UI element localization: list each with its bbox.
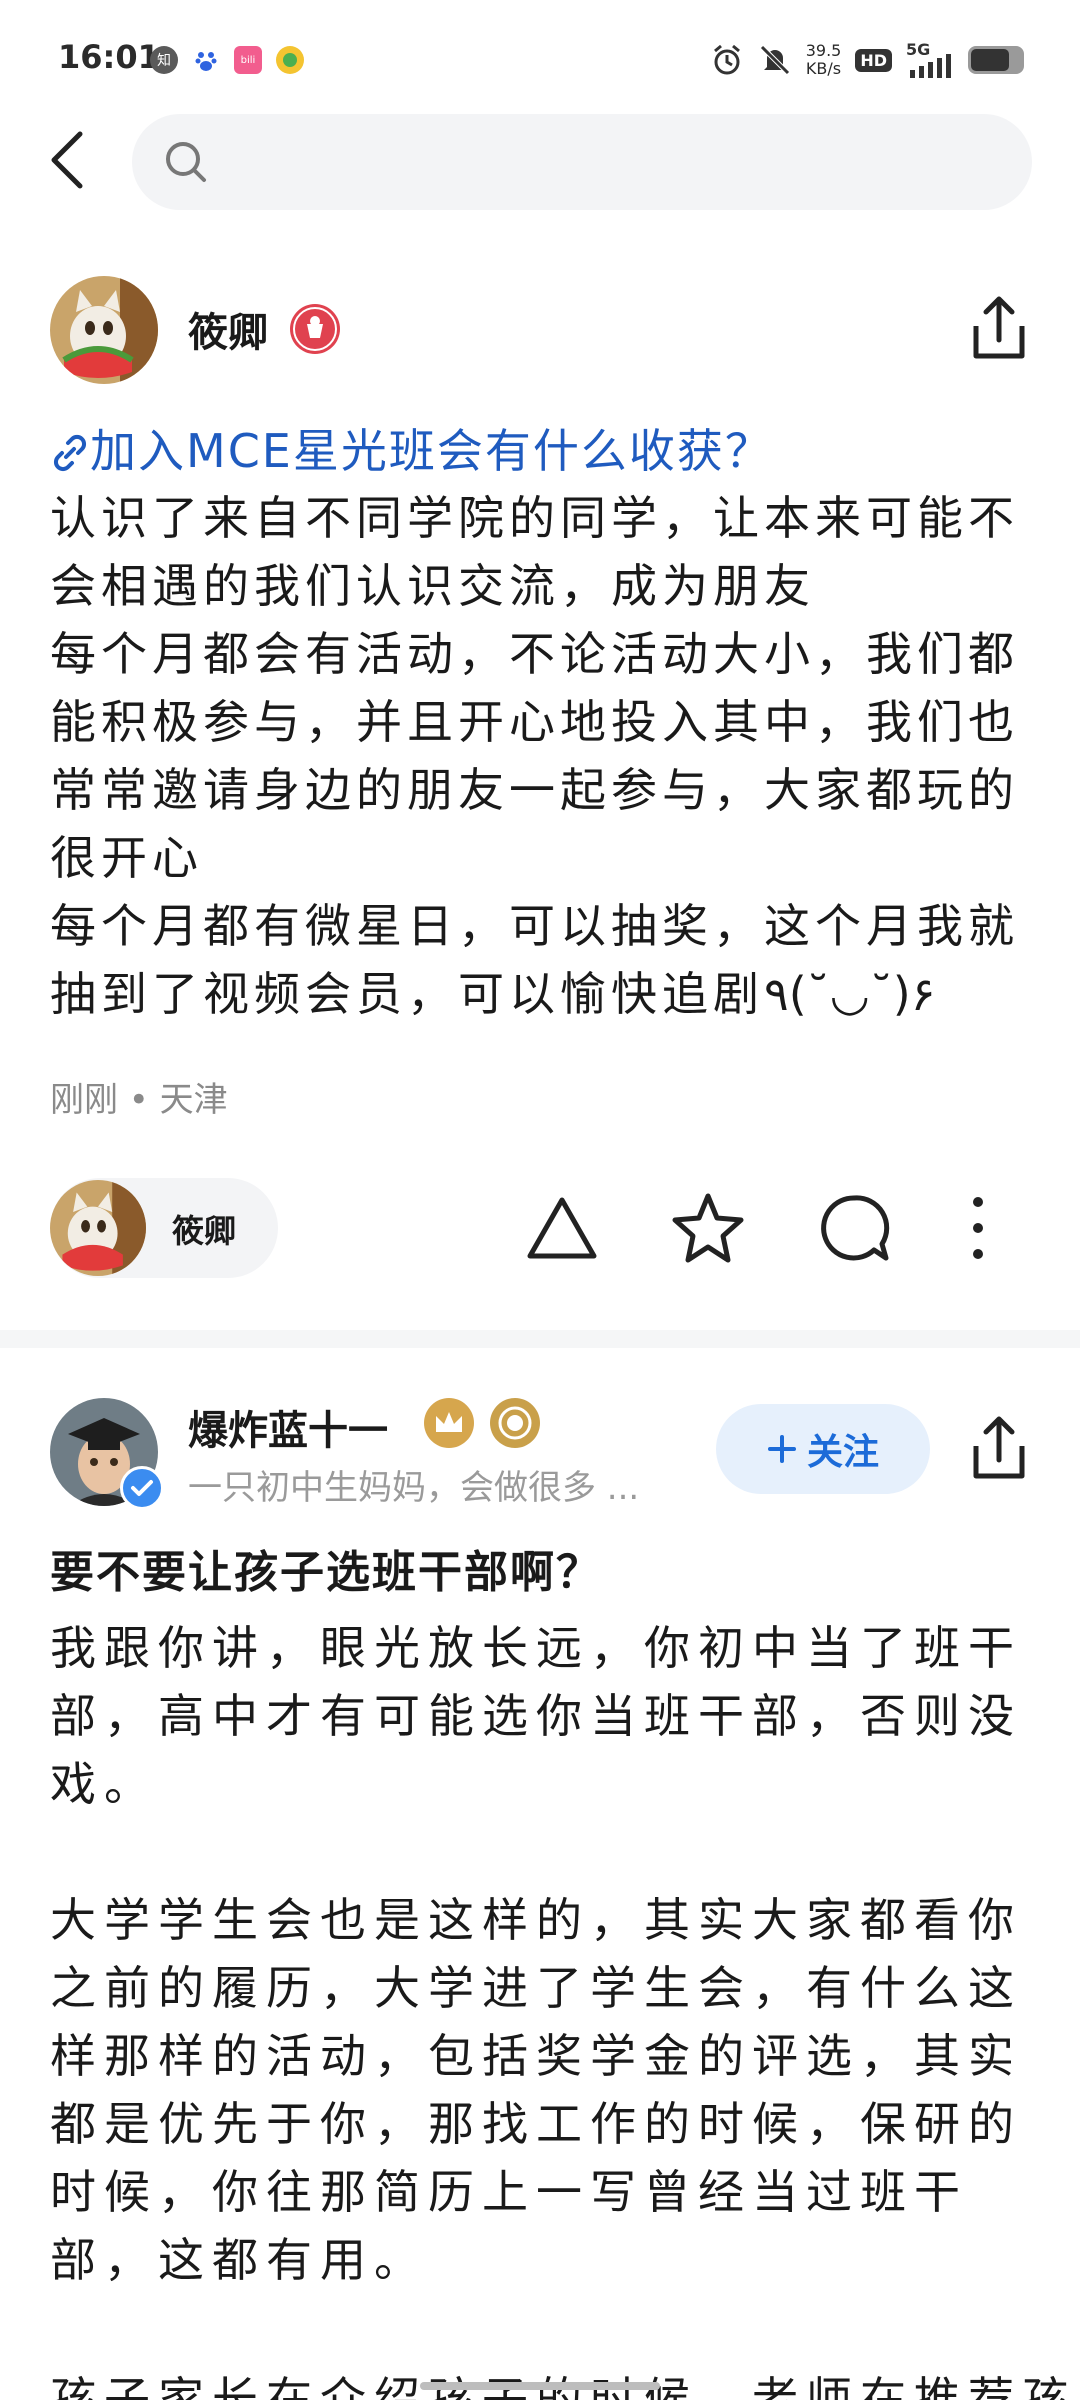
net-speed-value: 39.5 [805, 41, 842, 60]
hd-badge: HD [855, 48, 892, 72]
top-bar [0, 110, 1080, 210]
signal-icon [910, 54, 951, 78]
author-name[interactable]: 爆炸蓝十一 [188, 1398, 388, 1456]
net-speed: 39.5 KB/s [806, 42, 842, 78]
author-chip[interactable]: 筱卿 [50, 1178, 278, 1278]
share-button[interactable] [966, 294, 1032, 364]
crown-badge-icon [424, 1398, 474, 1448]
home-indicator[interactable] [420, 2382, 660, 2390]
comment-icon [821, 1195, 890, 1261]
section-divider [0, 1330, 1080, 1348]
plus-icon [767, 1435, 796, 1463]
search-icon [162, 138, 210, 186]
more-button[interactable] [940, 1190, 1016, 1266]
post-paragraph: 每个月都会有活动，不论活动大小，我们都能积极参与，并且开心地投入其中，我们也常常… [50, 627, 1019, 885]
baidu-icon [192, 46, 220, 74]
post-paragraph: 认识了来自不同学院的同学，让本来可能不会相遇的我们认识交流，成为朋友 [50, 491, 1019, 613]
zhihu-icon: 知 [150, 46, 178, 74]
status-bar: 16:01 知 bili 39.5 KB/s HD 5G [0, 0, 1080, 110]
post-paragraph: 我跟你讲，眼光放长远，你初中当了班干部，高中才有可能选你当班干部，否则没戏。 [50, 1621, 1022, 1811]
mute-icon [759, 45, 790, 75]
status-app-icons: 知 bili [150, 44, 304, 76]
signal-indicator: 5G [906, 40, 954, 80]
truncated-content: 孩子家长在介绍孩子的时候，老师在推荐孩 [0, 2355, 1080, 2400]
medal-badge-icon [490, 1398, 540, 1448]
badge-icon [290, 304, 340, 354]
app-icon [276, 46, 304, 74]
action-bar: 筱卿 [0, 1172, 1080, 1282]
chevron-left-icon [51, 131, 83, 189]
verified-badge-icon [120, 1466, 164, 1510]
back-button[interactable] [40, 128, 100, 192]
status-indicators: 39.5 KB/s HD 5G [710, 36, 1024, 84]
alarm-icon [713, 44, 740, 75]
post-meta: 刚刚 • 天津 [50, 1080, 228, 1120]
post-paragraph: 每个月都有微星日，可以抽奖，这个月我就抽到了视频会员，可以愉快追剧٩(˘◡˘)۶ [50, 899, 1019, 1021]
linked-question-text: 加入MCE星光班会有什么收获？ [90, 424, 773, 478]
linked-question-title[interactable]: 加入MCE星光班会有什么收获？ [50, 415, 1040, 481]
author-description: 一只初中生妈妈，会做很多 ... [188, 1468, 640, 1508]
author-name[interactable]: 筱卿 [188, 300, 268, 358]
status-time: 16:01 [58, 38, 160, 76]
answer-question-title[interactable]: 要不要让孩子选班干部啊？ [50, 1536, 1040, 1600]
follow-button[interactable]: 关注 [716, 1404, 930, 1494]
battery-icon [968, 46, 1024, 74]
share-button[interactable] [966, 1414, 1032, 1484]
triangle-up-icon [527, 1197, 597, 1259]
avatar [50, 1180, 146, 1276]
follow-label: 关注 [806, 1432, 879, 1473]
link-icon [53, 434, 87, 472]
more-vertical-icon [973, 1197, 983, 1259]
upvote-button[interactable] [524, 1190, 600, 1266]
search-input[interactable] [132, 114, 1032, 210]
post-paragraph: 大学学生会也是这样的，其实大家都看你之前的履历，大学进了学生会，有什么这样那样的… [50, 1893, 1022, 2287]
star-icon [672, 1193, 744, 1263]
bilibili-icon: bili [234, 46, 262, 74]
share-icon [973, 296, 1025, 359]
chip-author-name: 筱卿 [172, 1212, 237, 1250]
net-speed-unit: KB/s [805, 59, 842, 78]
comment-button[interactable] [816, 1190, 892, 1266]
share-icon [973, 1416, 1025, 1479]
avatar[interactable] [50, 276, 158, 384]
favorite-button[interactable] [670, 1190, 746, 1266]
